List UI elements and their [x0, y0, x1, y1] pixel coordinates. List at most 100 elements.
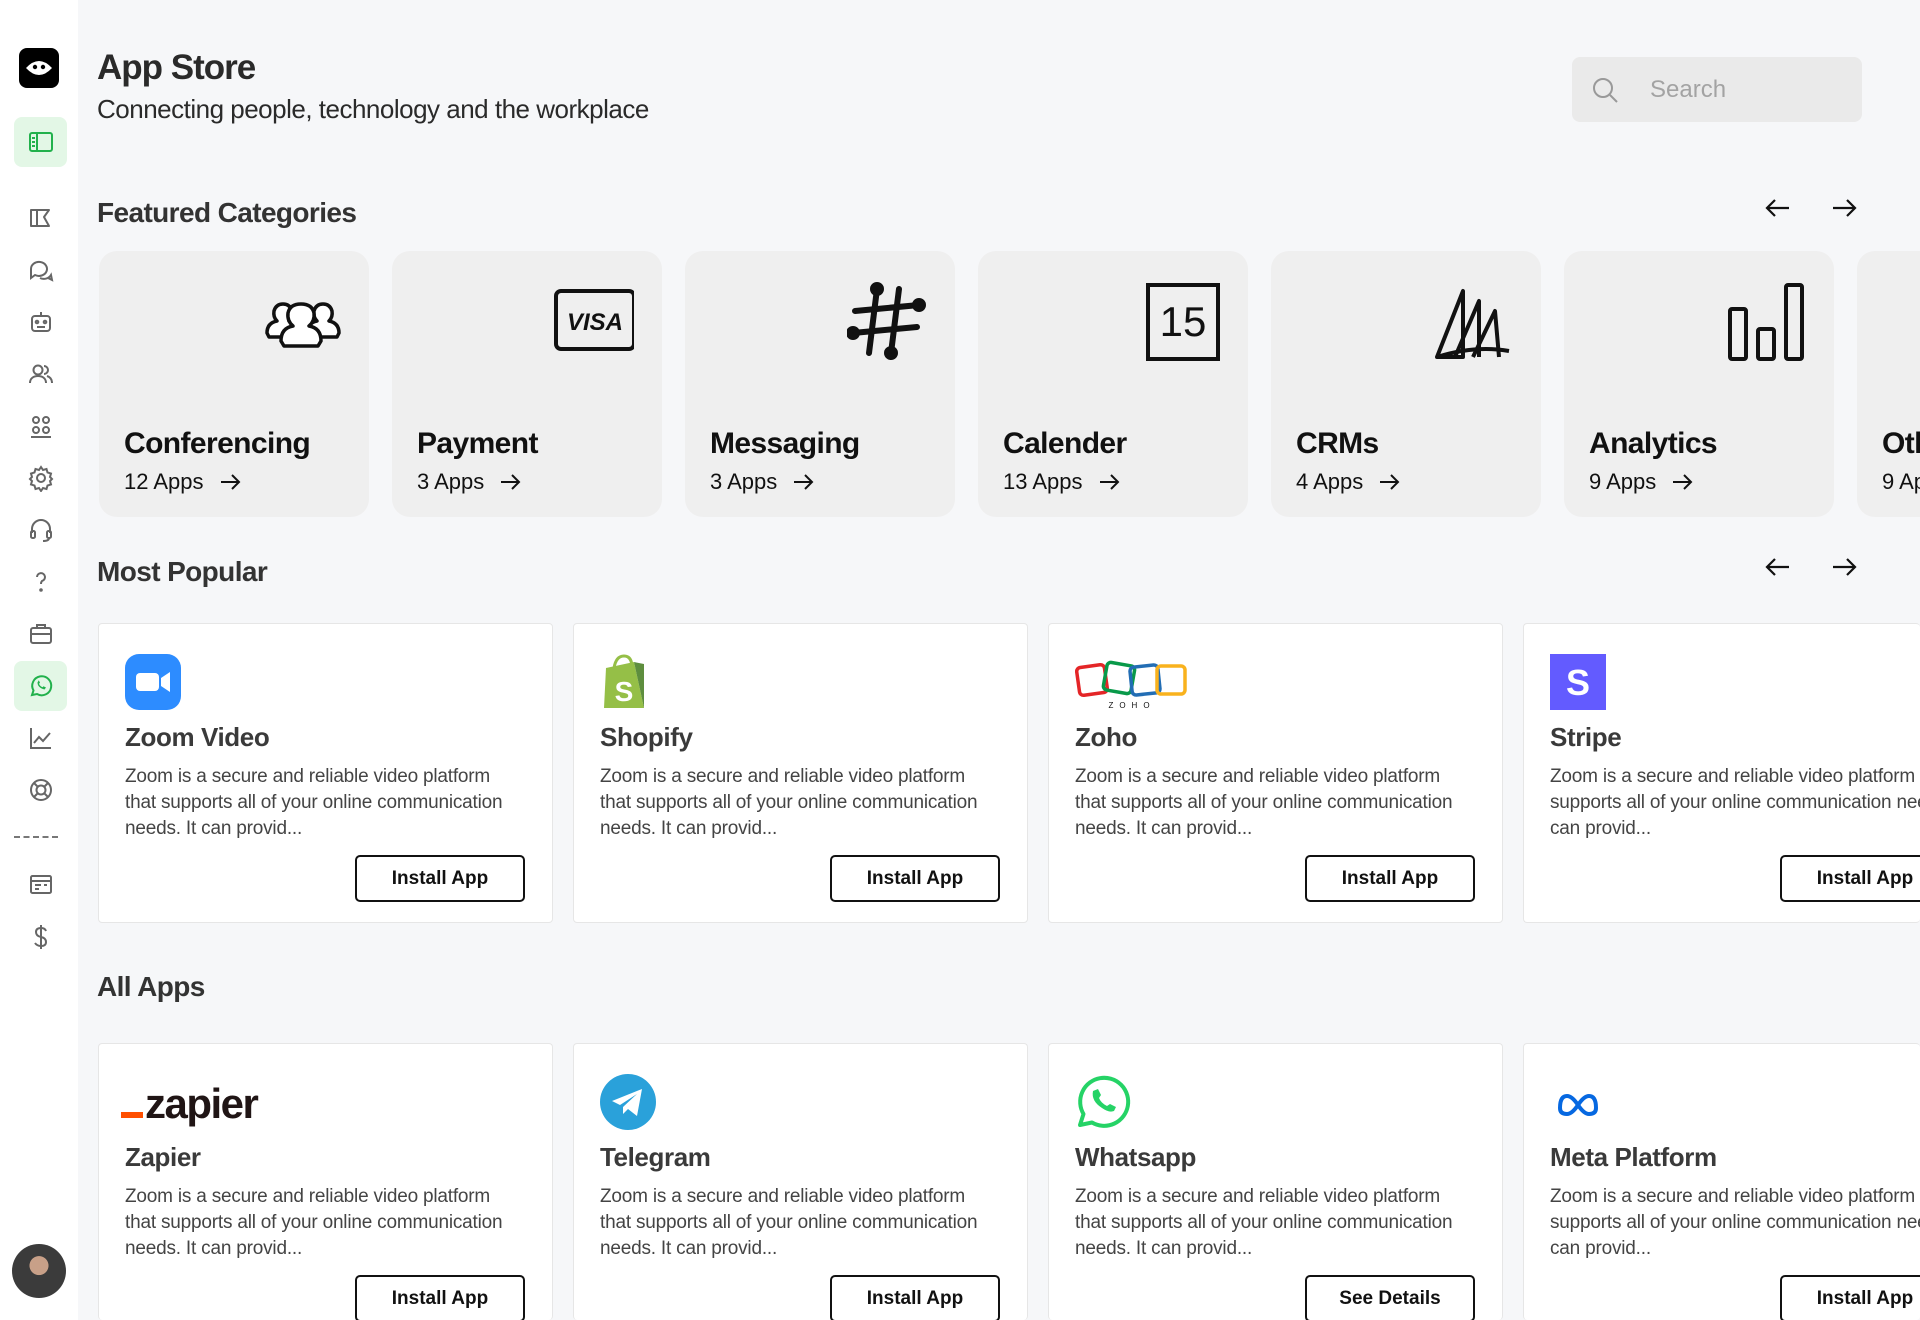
app-name: Zoom Video	[125, 722, 270, 752]
conferencing-people-icon	[265, 302, 341, 348]
page-subtitle: Connecting people, technology and the wo…	[97, 94, 649, 124]
category-card-payment[interactable]: VISA Payment 3 Apps	[392, 251, 662, 517]
chat-icon	[29, 260, 53, 282]
featured-prev-button[interactable]	[1760, 190, 1796, 226]
sidebar-item-pricing[interactable]	[14, 912, 67, 962]
category-name: Calender	[1003, 427, 1127, 460]
app-description: Zoom is a secure and reliable video plat…	[125, 1186, 503, 1259]
sidebar-item-bots[interactable]	[14, 297, 67, 347]
sidebar-item-apps[interactable]	[14, 117, 67, 167]
receipt-icon	[29, 875, 52, 894]
lifebuoy-icon	[29, 779, 52, 801]
whatsapp-logo-icon	[1078, 1075, 1131, 1128]
install-app-button[interactable]: Install App	[1305, 855, 1475, 902]
app-card-shopify[interactable]: S Shopify Zoom is a secure and reliable …	[573, 623, 1028, 923]
app-card-whatsapp[interactable]: Whatsapp Zoom is a secure and reliable v…	[1048, 1043, 1503, 1320]
category-count-link[interactable]: 9 Ap	[1882, 469, 1920, 495]
category-name: Messaging	[710, 427, 860, 460]
category-count-link[interactable]: 13 Apps	[1003, 469, 1121, 495]
app-name: Zoho	[1075, 722, 1137, 752]
arrow-right-icon	[1380, 474, 1400, 490]
featured-next-button[interactable]	[1826, 190, 1862, 226]
install-app-button[interactable]: Install App	[1780, 1275, 1920, 1320]
all-apps-title: All Apps	[97, 971, 205, 1002]
sidebar-item-support[interactable]	[14, 505, 67, 555]
app-description: Zoom is a secure and reliable video plat…	[1550, 1186, 1920, 1259]
megaphone-icon	[29, 209, 50, 227]
team-icon	[30, 416, 51, 438]
category-count-link[interactable]: 4 Apps	[1296, 469, 1401, 495]
arrow-right-icon	[794, 474, 814, 490]
sidebar-item-jobs[interactable]	[14, 609, 67, 659]
sidebar-item-lifebuoy[interactable]	[14, 765, 67, 815]
arrow-right-icon	[1673, 474, 1693, 490]
category-card-crms[interactable]: CRMs 4 Apps	[1271, 251, 1541, 517]
sidebar-item-help[interactable]	[14, 557, 67, 607]
search-box[interactable]	[1572, 57, 1862, 122]
arrow-left-icon	[1765, 558, 1789, 576]
most-popular-title: Most Popular	[97, 556, 268, 587]
user-avatar[interactable]	[12, 1244, 66, 1298]
category-card-analytics[interactable]: Analytics 9 Apps	[1564, 251, 1834, 517]
sidebar-item-chats[interactable]	[14, 245, 67, 295]
install-app-button[interactable]: Install App	[830, 855, 1000, 902]
category-count-link[interactable]: 12 Apps	[124, 469, 242, 495]
brand-logo[interactable]	[19, 48, 59, 88]
install-app-button[interactable]: Install App	[1780, 855, 1920, 902]
app-card-stripe[interactable]: S Stripe Zoom is a secure and reliable v…	[1523, 623, 1920, 923]
page-title: App Store	[97, 48, 256, 87]
telegram-logo-icon	[600, 1074, 656, 1130]
install-app-button[interactable]: Install App	[355, 855, 525, 902]
sidebar-item-whatsapp[interactable]	[14, 661, 67, 711]
category-count: 9 Ap	[1882, 469, 1920, 494]
sidebar-item-settings[interactable]	[14, 453, 67, 503]
install-app-button[interactable]: Install App	[830, 1275, 1000, 1320]
app-description: Zoom is a secure and reliable video plat…	[600, 1186, 978, 1259]
bot-icon	[30, 312, 51, 332]
arrow-right-icon	[220, 474, 240, 490]
category-card-calender[interactable]: 15 Calender 13 Apps	[978, 251, 1248, 517]
visa-text: VISA	[567, 309, 623, 336]
sidebar-item-contacts[interactable]	[14, 349, 67, 399]
app-card-zoom[interactable]: Zoom Video Zoom is a secure and reliable…	[98, 623, 553, 923]
stripe-letter: S	[1566, 662, 1590, 703]
see-details-button[interactable]: See Details	[1305, 1275, 1475, 1320]
app-name: Zapier	[125, 1142, 201, 1172]
category-count: 9 Apps	[1589, 469, 1657, 494]
app-name: Shopify	[600, 722, 693, 752]
shopify-logo-icon: S	[604, 654, 644, 708]
sidebar-item-campaigns[interactable]	[14, 193, 67, 243]
app-card-zoho[interactable]: ZOHO Zoho Zoom is a secure and reliable …	[1048, 623, 1503, 923]
category-count-link[interactable]: 9 Apps	[1589, 469, 1694, 495]
zoho-wordmark: ZOHO	[1108, 701, 1155, 710]
app-card-meta[interactable]: Meta Platform Zoom is a secure and relia…	[1523, 1043, 1920, 1320]
category-count-link[interactable]: 3 Apps	[710, 469, 815, 495]
category-count: 13 Apps	[1003, 469, 1083, 494]
dollar-icon	[33, 925, 47, 949]
install-app-button[interactable]: Install App	[355, 1275, 525, 1320]
category-count-link[interactable]: 3 Apps	[417, 469, 522, 495]
search-input[interactable]	[1650, 75, 1850, 104]
visa-card-icon: VISA	[554, 289, 634, 351]
category-card-messaging[interactable]: Messaging 3 Apps	[685, 251, 955, 517]
category-card-conferencing[interactable]: Conferencing 12 Apps	[99, 251, 369, 517]
users-icon	[28, 364, 53, 384]
popular-prev-button[interactable]	[1760, 549, 1796, 585]
sidebar-item-reports[interactable]	[14, 713, 67, 763]
app-description: Zoom is a secure and reliable video plat…	[125, 766, 503, 839]
category-card-others[interactable]: Oth 9 Ap	[1857, 251, 1920, 517]
search-icon	[1593, 77, 1618, 103]
app-name: Meta Platform	[1550, 1142, 1717, 1172]
category-count: 12 Apps	[124, 469, 204, 494]
app-card-telegram[interactable]: Telegram Zoom is a secure and reliable v…	[573, 1043, 1028, 1320]
sidebar-item-teams[interactable]	[14, 401, 67, 451]
bar-chart-icon	[1728, 283, 1804, 361]
category-name: Conferencing	[124, 427, 311, 460]
arrow-right-icon	[501, 474, 521, 490]
sidebar-item-billing[interactable]	[14, 859, 67, 909]
app-card-zapier[interactable]: zapier Zapier Zoom is a secure and relia…	[98, 1043, 553, 1320]
calendar-icon: 15	[1146, 283, 1220, 361]
arrow-right-icon	[1833, 199, 1857, 217]
shopify-letter: S	[615, 676, 634, 707]
popular-next-button[interactable]	[1826, 549, 1862, 585]
